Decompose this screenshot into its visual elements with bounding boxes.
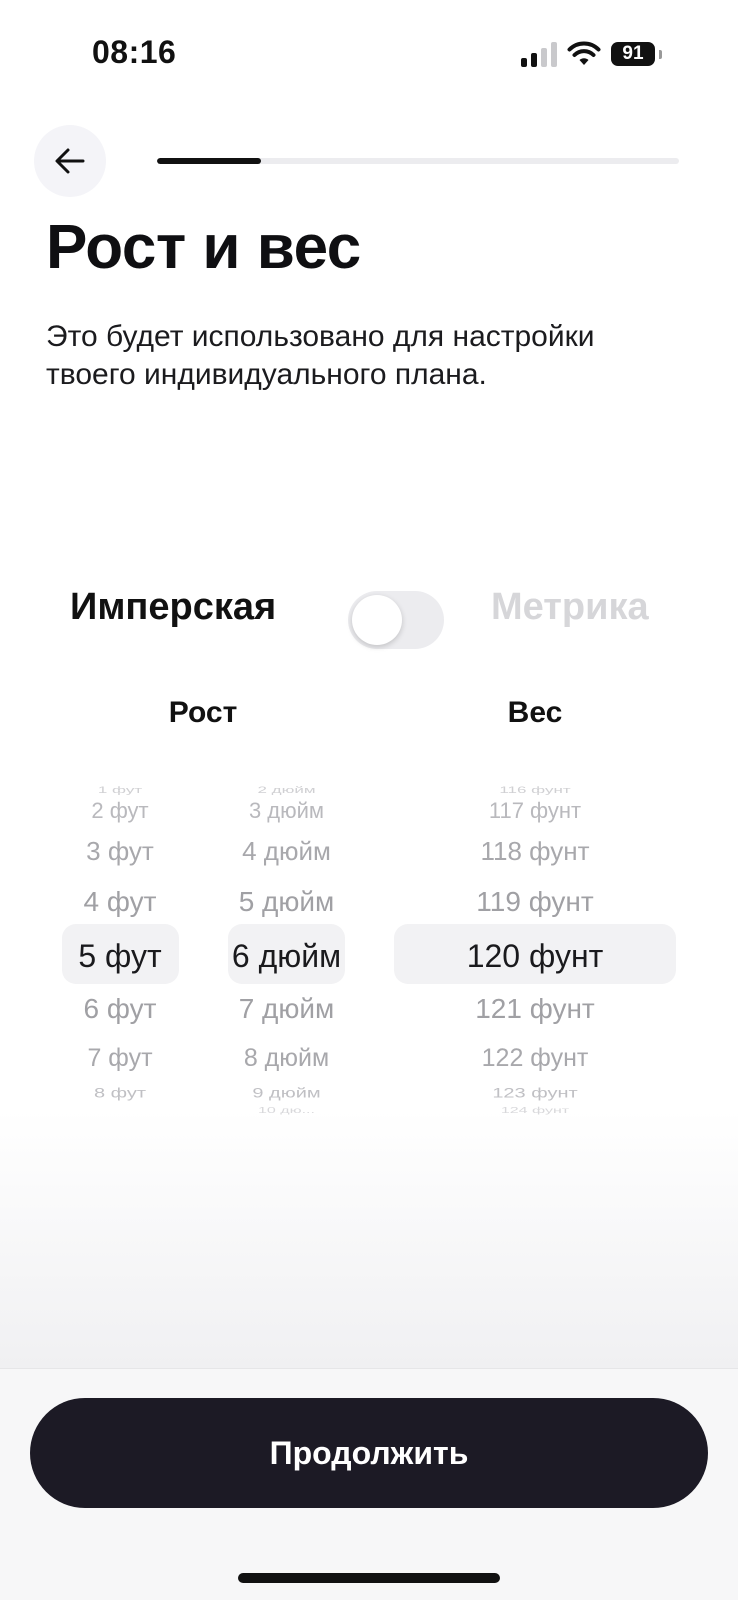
bottom-fade	[0, 1110, 738, 1370]
back-button[interactable]	[34, 125, 106, 197]
wifi-icon	[567, 41, 601, 65]
metric-label[interactable]: Метрика	[491, 586, 649, 629]
inches-picker[interactable]: 2 дюйм 3 дюйм 4 дюйм 5 дюйм 6 дюйм 7 дюй…	[215, 780, 358, 1120]
battery-icon: 91	[611, 42, 655, 66]
picker-item[interactable]: 119 фунт	[400, 886, 670, 918]
picker-item[interactable]: 116 фунт	[400, 785, 670, 796]
picker-item[interactable]: 123 фунт	[400, 1085, 670, 1101]
picker-item[interactable]: 9 дюйм	[215, 1085, 358, 1101]
signal-icon	[521, 41, 557, 67]
continue-button[interactable]: Продолжить	[30, 1398, 708, 1508]
page-subtitle: Это будет использовано для настройки тво…	[46, 320, 595, 391]
picker-item[interactable]: 3 фут	[50, 836, 190, 867]
picker-item[interactable]: 4 фут	[50, 886, 190, 918]
picker-item-selected[interactable]: 6 дюйм	[215, 938, 358, 975]
picker-item[interactable]: 4 дюйм	[215, 836, 358, 867]
picker-item[interactable]: 118 фунт	[400, 836, 670, 867]
picker-item[interactable]: 7 фут	[50, 1044, 190, 1073]
picker-item[interactable]: 121 фунт	[400, 993, 670, 1025]
progress-fill	[157, 158, 262, 164]
picker-item[interactable]: 8 дюйм	[215, 1044, 358, 1073]
picker-item[interactable]: 3 дюйм	[215, 798, 358, 824]
status-icons: 91	[521, 40, 662, 68]
home-indicator	[238, 1573, 500, 1583]
unit-toggle[interactable]	[348, 591, 444, 649]
picker-item[interactable]: 122 фунт	[400, 1044, 670, 1073]
picker-item[interactable]: 5 дюйм	[215, 886, 358, 918]
page-title: Рост и вес	[46, 213, 361, 282]
status-time: 08:16	[92, 34, 177, 70]
imperial-label[interactable]: Имперская	[70, 586, 276, 629]
weight-header: Вес	[507, 696, 563, 729]
feet-picker[interactable]: 1 фут 2 фут 3 фут 4 фут 5 фут 6 фут 7 фу…	[50, 780, 190, 1120]
picker-item[interactable]: 2 дюйм	[215, 785, 358, 796]
progress-bar	[157, 158, 679, 164]
picker-item[interactable]: 6 фут	[50, 993, 190, 1025]
toggle-knob	[352, 595, 402, 645]
picker-item[interactable]: 8 фут	[50, 1085, 190, 1101]
picker-item[interactable]: 2 фут	[50, 798, 190, 824]
picker-item[interactable]: 117 фунт	[400, 798, 670, 824]
picker-item-selected[interactable]: 120 фунт	[400, 938, 670, 975]
picker-item-selected[interactable]: 5 фут	[50, 938, 190, 975]
picker-item[interactable]: 1 фут	[50, 785, 190, 796]
height-header: Рост	[168, 696, 238, 729]
picker-item[interactable]: 7 дюйм	[215, 993, 358, 1025]
arrow-left-icon	[55, 148, 85, 174]
battery-level: 91	[622, 43, 644, 64]
pounds-picker[interactable]: 116 фунт 117 фунт 118 фунт 119 фунт 120 …	[400, 780, 670, 1120]
